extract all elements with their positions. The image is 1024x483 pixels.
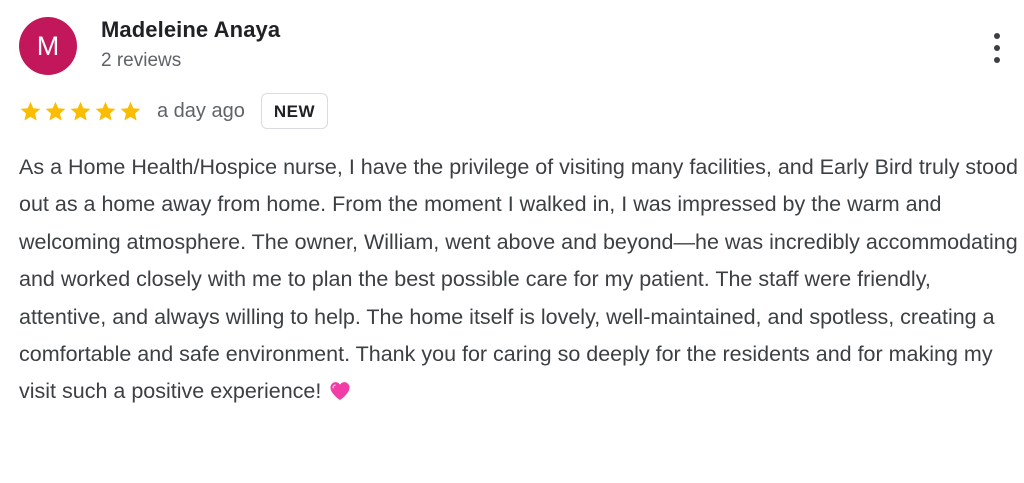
rating-row: a day ago NEW — [19, 91, 329, 131]
review-count[interactable]: 2 reviews — [101, 50, 181, 72]
avatar-initial: M — [36, 31, 60, 61]
avatar[interactable]: M — [19, 17, 77, 75]
review-date: a day ago — [157, 99, 245, 122]
review-text: As a Home Health/Hospice nurse, I have t… — [19, 149, 1019, 411]
star-icon — [45, 101, 66, 121]
star-icon — [95, 101, 116, 121]
review-body: As a Home Health/Hospice nurse, I have t… — [19, 155, 1019, 404]
star-icon — [70, 101, 91, 121]
reviewer-name[interactable]: Madeleine Anaya — [101, 17, 280, 43]
star-icon — [120, 101, 141, 121]
new-badge: NEW — [260, 93, 329, 129]
star-icon — [20, 101, 41, 121]
review-card: M Madeleine Anaya 2 reviews a day ago NE… — [0, 0, 1024, 483]
more-options-button[interactable] — [984, 30, 1010, 66]
pink-heart-icon — [329, 376, 351, 401]
star-rating — [19, 100, 142, 123]
